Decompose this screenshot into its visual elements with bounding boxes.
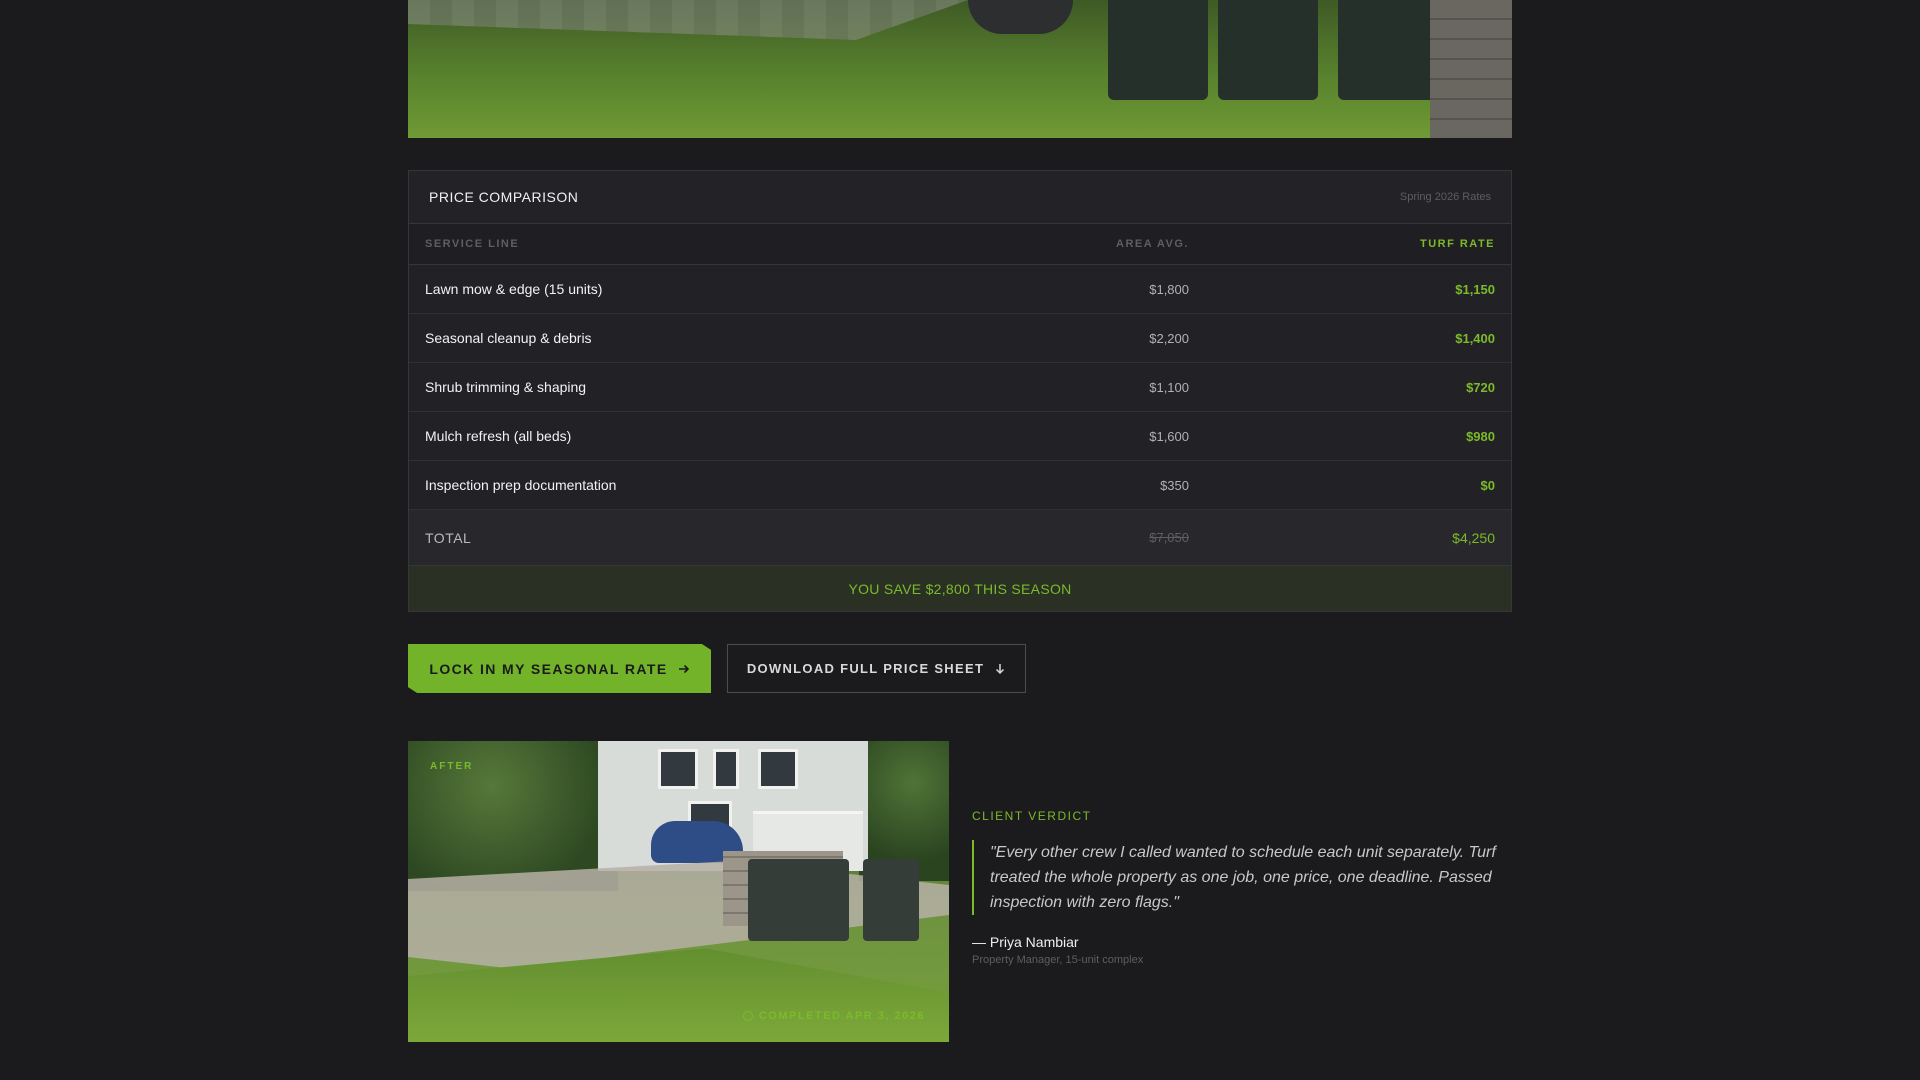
arrow-right-icon: [678, 664, 689, 673]
turf-rate-price: $1,150: [1455, 281, 1495, 297]
stone-wall: [1430, 0, 1512, 138]
completed-date: COMPLETED APR 3, 2026: [758, 1010, 925, 1022]
panel-subtitle: Spring 2026 Rates: [1399, 191, 1491, 203]
turf-rate-price: $980: [1466, 428, 1495, 444]
testimonial-author: — Priya Nambiar: [972, 934, 1079, 950]
table-row: Mulch refresh (all beds) $1,600 $980: [409, 412, 1511, 461]
area-avg-price: $350: [1160, 477, 1189, 493]
area-avg-price: $2,200: [1149, 330, 1189, 346]
trash-bin: [1108, 0, 1208, 100]
arrow-down-icon: [996, 663, 1005, 674]
area-avg-price: $1,100: [1149, 379, 1189, 395]
client-verdict: CLIENT VERDICT "Every other crew I calle…: [972, 809, 1512, 966]
hero-image: [408, 0, 1512, 138]
download-price-sheet-button[interactable]: DOWNLOAD FULL PRICE SHEET: [727, 644, 1026, 693]
trash-bin: [1218, 0, 1318, 100]
after-tag: AFTER: [430, 761, 474, 772]
window: [758, 749, 798, 789]
column-header-turf-rate: TURF RATE: [1419, 238, 1495, 250]
table-row: Seasonal cleanup & debris $2,200 $1,400: [409, 314, 1511, 363]
table-header: SERVICE LINE AREA AVG. TURF RATE: [409, 224, 1511, 265]
turf-rate-price: $720: [1466, 379, 1495, 395]
lock-in-rate-label: LOCK IN MY SEASONAL RATE: [429, 660, 668, 677]
service-name: Inspection prep documentation: [425, 477, 617, 493]
total-label: TOTAL: [425, 529, 472, 546]
trash-bin: [793, 859, 849, 941]
table-row: Inspection prep documentation $350 $0: [409, 461, 1511, 510]
testimonial-role: Property Manager, 15-unit complex: [972, 954, 1144, 966]
total-area-avg: $7,050: [1149, 530, 1189, 545]
price-comparison-panel: PRICE COMPARISON Spring 2026 Rates SERVI…: [408, 170, 1512, 612]
service-name: Seasonal cleanup & debris: [425, 330, 592, 346]
table-row: Shrub trimming & shaping $1,100 $720: [409, 363, 1511, 412]
total-turf-rate: $4,250: [1452, 529, 1495, 546]
service-name: Lawn mow & edge (15 units): [425, 281, 603, 297]
column-header-service: SERVICE LINE: [425, 238, 520, 250]
panel-header: PRICE COMPARISON Spring 2026 Rates: [409, 171, 1511, 224]
window: [713, 749, 739, 789]
service-name: Shrub trimming & shaping: [425, 379, 587, 395]
trash-bin: [863, 859, 919, 941]
service-name: Mulch refresh (all beds): [425, 428, 572, 444]
testimonial-quote: "Every other crew I called wanted to sch…: [972, 840, 1512, 915]
total-row: TOTAL $7,050 $4,250: [409, 510, 1511, 566]
savings-banner: YOU SAVE $2,800 THIS SEASON: [409, 566, 1511, 611]
area-avg-price: $1,600: [1149, 428, 1189, 444]
area-avg-price: $1,800: [1149, 281, 1189, 297]
completed-badge: COMPLETED APR 3, 2026: [742, 1010, 925, 1022]
table-row: Lawn mow & edge (15 units) $1,800 $1,150: [409, 265, 1511, 314]
column-header-area-avg: AREA AVG.: [1116, 238, 1189, 250]
driveway-pavers: [408, 0, 968, 40]
panel-title: PRICE COMPARISON: [429, 189, 579, 205]
turf-rate-price: $0: [1480, 477, 1495, 493]
trash-bin: [1338, 0, 1438, 100]
verdict-kicker: CLIENT VERDICT: [972, 809, 1092, 823]
download-price-sheet-label: DOWNLOAD FULL PRICE SHEET: [746, 661, 985, 676]
turf-rate-price: $1,400: [1455, 330, 1495, 346]
robot-mower: [968, 0, 1073, 34]
lock-in-rate-button[interactable]: LOCK IN MY SEASONAL RATE: [408, 644, 711, 693]
window: [658, 749, 698, 789]
check-circle-icon: [742, 1011, 753, 1021]
after-photo: AFTER COMPLETED APR 3, 2026: [408, 741, 949, 1042]
